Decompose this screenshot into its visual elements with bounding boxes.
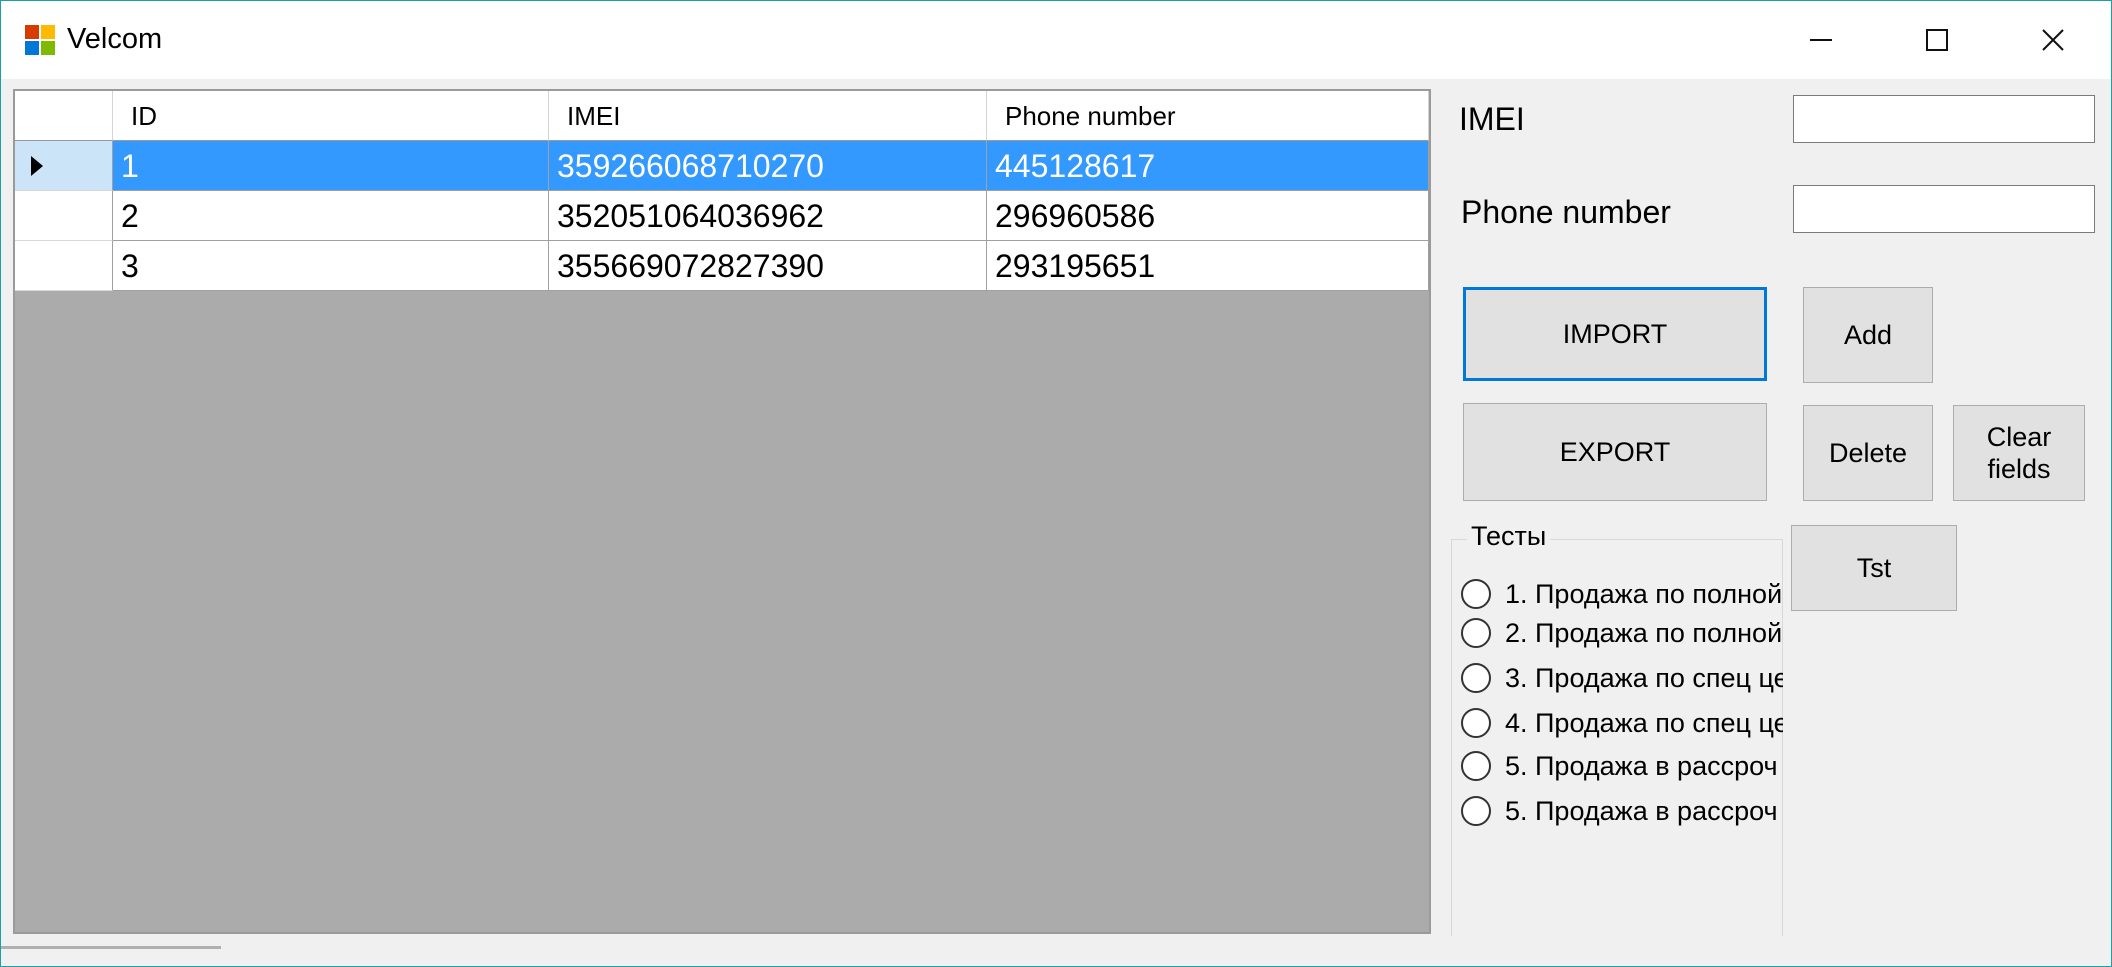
maximize-button[interactable] [1879, 1, 1995, 79]
phone-number-input[interactable] [1793, 185, 2095, 233]
radio-button[interactable] [1461, 751, 1491, 781]
row-header[interactable] [15, 191, 113, 241]
test-option-label: 1. Продажа по полной [1505, 578, 1783, 609]
radio-button[interactable] [1461, 618, 1491, 648]
delete-button[interactable]: Delete [1803, 405, 1933, 501]
app-window: Velcom ID IMEI Phone number 1 3592660687… [0, 0, 2112, 967]
phone-number-label: Phone number [1461, 194, 1671, 230]
minimize-icon [1810, 39, 1832, 41]
test-option-label: 2. Продажа по полной [1505, 617, 1783, 648]
grid-header: ID IMEI Phone number [15, 91, 1429, 141]
window-title: Velcom [67, 23, 163, 55]
test-option-label: 5. Продажа в рассроч [1505, 795, 1778, 826]
cell-phone[interactable]: 296960586 [987, 191, 1429, 241]
cell-imei[interactable]: 355669072827390 [549, 241, 987, 291]
current-row-arrow-icon [31, 156, 43, 176]
app-icon [25, 25, 57, 57]
title-bar[interactable]: Velcom [1, 1, 2111, 79]
maximize-icon [1926, 29, 1948, 51]
data-grid[interactable]: ID IMEI Phone number 1 359266068710270 4… [13, 89, 1431, 934]
clear-fields-button[interactable]: Clear fields [1953, 405, 2085, 501]
tst-button[interactable]: Tst [1791, 525, 1957, 611]
radio-button[interactable] [1461, 796, 1491, 826]
table-row[interactable]: 2 352051064036962 296960586 [15, 191, 1429, 241]
bottom-scrollbar[interactable] [1, 946, 221, 959]
test-option-label: 3. Продажа по спец це [1505, 662, 1783, 693]
row-header[interactable] [15, 241, 113, 291]
grid-corner-cell[interactable] [15, 91, 113, 141]
test-option-6[interactable]: 5. Продажа в рассроч [1461, 793, 1783, 829]
table-row[interactable]: 1 359266068710270 445128617 [15, 141, 1429, 191]
cell-imei[interactable]: 352051064036962 [549, 191, 987, 241]
test-option-4[interactable]: 4. Продажа по спец це [1461, 705, 1783, 741]
test-option-1[interactable]: 1. Продажа по полной [1461, 576, 1783, 612]
cell-id[interactable]: 3 [113, 241, 549, 291]
radio-button[interactable] [1461, 579, 1491, 609]
imei-input[interactable] [1793, 95, 2095, 143]
close-icon [2042, 29, 2064, 51]
test-option-label: 5. Продажа в рассроч [1505, 750, 1778, 781]
test-option-2[interactable]: 2. Продажа по полной [1461, 615, 1783, 651]
test-option-5[interactable]: 5. Продажа в рассроч [1461, 748, 1783, 784]
test-option-3[interactable]: 3. Продажа по спец це [1461, 660, 1783, 696]
imei-label: IMEI [1459, 101, 1525, 137]
cell-id[interactable]: 2 [113, 191, 549, 241]
column-header-imei[interactable]: IMEI [549, 91, 987, 141]
radio-button[interactable] [1461, 708, 1491, 738]
column-header-phone[interactable]: Phone number [987, 91, 1429, 141]
import-button[interactable]: IMPORT [1463, 287, 1767, 381]
cell-imei[interactable]: 359266068710270 [549, 141, 987, 191]
radio-button[interactable] [1461, 663, 1491, 693]
tests-group-title: Тесты [1467, 521, 1551, 552]
row-header[interactable] [15, 141, 113, 191]
close-button[interactable] [1995, 1, 2111, 79]
export-button[interactable]: EXPORT [1463, 403, 1767, 501]
minimize-button[interactable] [1763, 1, 1879, 79]
column-header-id[interactable]: ID [113, 91, 549, 141]
test-option-label: 4. Продажа по спец це [1505, 707, 1783, 738]
table-row[interactable]: 3 355669072827390 293195651 [15, 241, 1429, 291]
cell-phone[interactable]: 445128617 [987, 141, 1429, 191]
cell-id[interactable]: 1 [113, 141, 549, 191]
add-button[interactable]: Add [1803, 287, 1933, 383]
cell-phone[interactable]: 293195651 [987, 241, 1429, 291]
